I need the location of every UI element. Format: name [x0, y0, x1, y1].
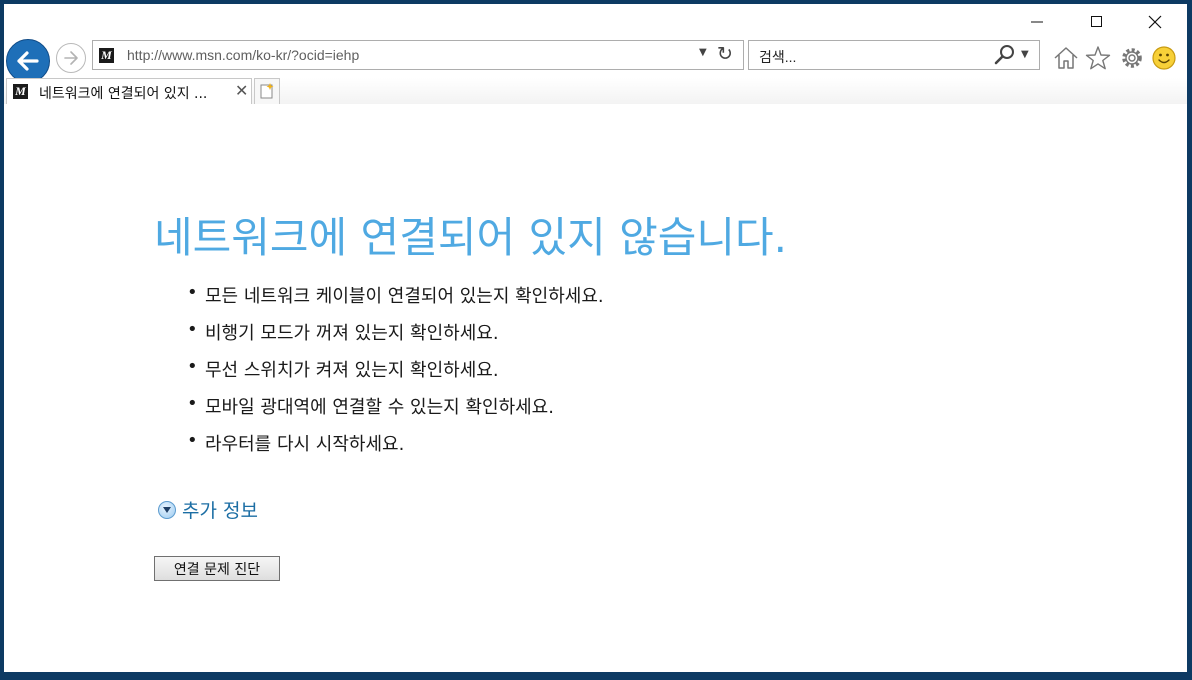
tips-list: 모든 네트워크 케이블이 연결되어 있는지 확인하세요. 비행기 모드가 꺼져 …	[187, 282, 604, 467]
tip-item: 모바일 광대역에 연결할 수 있는지 확인하세요.	[187, 393, 604, 430]
favorites-star-icon[interactable]	[1084, 44, 1112, 72]
tab-title: 네트워크에 연결되어 있지 ...	[39, 86, 208, 102]
address-dropdown-icon[interactable]: ▼	[699, 47, 707, 58]
search-icon[interactable]	[993, 43, 1017, 67]
tab-active[interactable]: M 네트워크에 연결되어 있지 ... ✕	[6, 78, 252, 104]
back-button[interactable]	[6, 39, 50, 83]
maximize-icon	[1091, 16, 1102, 27]
refresh-icon[interactable]: ↻	[717, 43, 733, 65]
tab-bar: M 네트워크에 연결되어 있지 ... ✕	[4, 78, 1187, 104]
minimize-button[interactable]	[1014, 6, 1060, 38]
minimize-icon	[1031, 21, 1043, 23]
forward-icon	[64, 51, 78, 65]
page-content: 네트워크에 연결되어 있지 않습니다. 모든 네트워크 케이블이 연결되어 있는…	[4, 104, 1187, 672]
search-box[interactable]: 검색... ▼	[748, 40, 1040, 70]
tab-favicon-icon: M	[13, 84, 28, 99]
site-favicon-icon: M	[99, 48, 114, 63]
tip-item: 비행기 모드가 꺼져 있는지 확인하세요.	[187, 319, 604, 356]
close-window-button[interactable]	[1132, 6, 1178, 38]
tip-item: 모든 네트워크 케이블이 연결되어 있는지 확인하세요.	[187, 282, 604, 319]
search-dropdown-icon[interactable]: ▼	[1021, 49, 1029, 60]
address-url[interactable]: http://www.msn.com/ko-kr/?ocid=iehp	[127, 47, 359, 63]
maximize-button[interactable]	[1074, 6, 1120, 38]
close-icon	[1148, 15, 1162, 29]
tip-item: 무선 스위치가 켜져 있는지 확인하세요.	[187, 356, 604, 393]
new-tab-icon	[260, 83, 274, 99]
more-info-link[interactable]: 추가 정보	[158, 496, 258, 523]
browser-window: M http://www.msn.com/ko-kr/?ocid=iehp ▼ …	[4, 4, 1187, 672]
smiley-icon[interactable]	[1150, 44, 1178, 72]
navigation-bar: M http://www.msn.com/ko-kr/?ocid=iehp ▼ …	[4, 38, 1187, 83]
chevron-down-icon	[158, 500, 176, 519]
forward-button[interactable]	[56, 43, 86, 73]
address-bar[interactable]: M http://www.msn.com/ko-kr/?ocid=iehp ▼ …	[92, 40, 744, 70]
tab-close-icon[interactable]: ✕	[235, 81, 248, 100]
title-bar	[4, 4, 1187, 40]
new-tab-button[interactable]	[254, 78, 280, 104]
diagnose-connection-button[interactable]: 연결 문제 진단	[154, 556, 280, 581]
home-icon[interactable]	[1052, 44, 1080, 72]
page-title: 네트워크에 연결되어 있지 않습니다.	[154, 213, 788, 262]
tip-item: 라우터를 다시 시작하세요.	[187, 430, 604, 467]
more-info-label: 추가 정보	[182, 500, 258, 522]
gear-icon[interactable]	[1118, 44, 1146, 72]
search-input[interactable]: 검색...	[759, 47, 796, 67]
back-icon	[17, 51, 39, 71]
